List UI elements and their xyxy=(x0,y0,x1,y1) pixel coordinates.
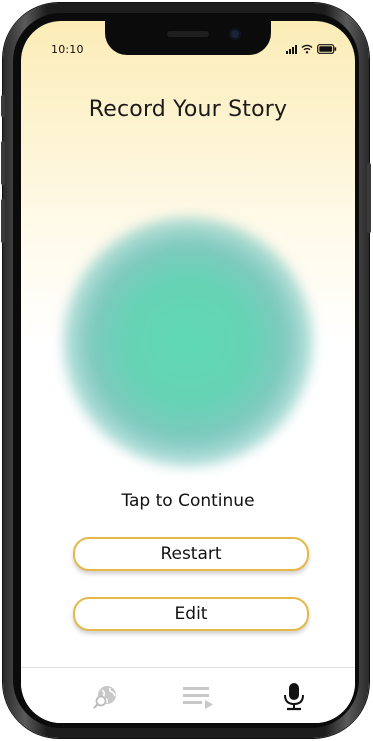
speaker-grille xyxy=(167,31,209,37)
edit-button[interactable]: Edit xyxy=(73,597,309,631)
tab-record[interactable] xyxy=(277,680,311,714)
record-orb-glow xyxy=(63,217,313,467)
wifi-icon xyxy=(301,44,313,54)
page-title: Record Your Story xyxy=(88,97,288,122)
playlist-icon xyxy=(183,687,213,709)
tab-stories[interactable] xyxy=(181,680,215,714)
volume-down-button xyxy=(1,199,5,243)
notch xyxy=(105,21,271,55)
signal-icon xyxy=(286,45,297,54)
restart-button[interactable]: Restart xyxy=(73,537,309,571)
phone-frame: 10:10 Record Your Story Tap to Continue … xyxy=(1,3,371,738)
tab-bar xyxy=(21,667,355,723)
tap-to-continue-label[interactable]: Tap to Continue xyxy=(21,491,355,511)
front-camera xyxy=(229,28,241,40)
microphone-icon xyxy=(284,683,304,711)
battery-icon xyxy=(317,44,337,54)
tab-explore[interactable] xyxy=(89,680,123,714)
volume-up-button xyxy=(1,141,5,185)
record-orb[interactable] xyxy=(63,217,313,467)
mute-switch xyxy=(1,95,5,117)
globe-search-icon xyxy=(93,686,116,709)
screen: 10:10 Record Your Story Tap to Continue … xyxy=(21,21,355,723)
status-time: 10:10 xyxy=(51,43,84,56)
status-icons xyxy=(286,40,337,54)
power-button xyxy=(367,163,371,233)
